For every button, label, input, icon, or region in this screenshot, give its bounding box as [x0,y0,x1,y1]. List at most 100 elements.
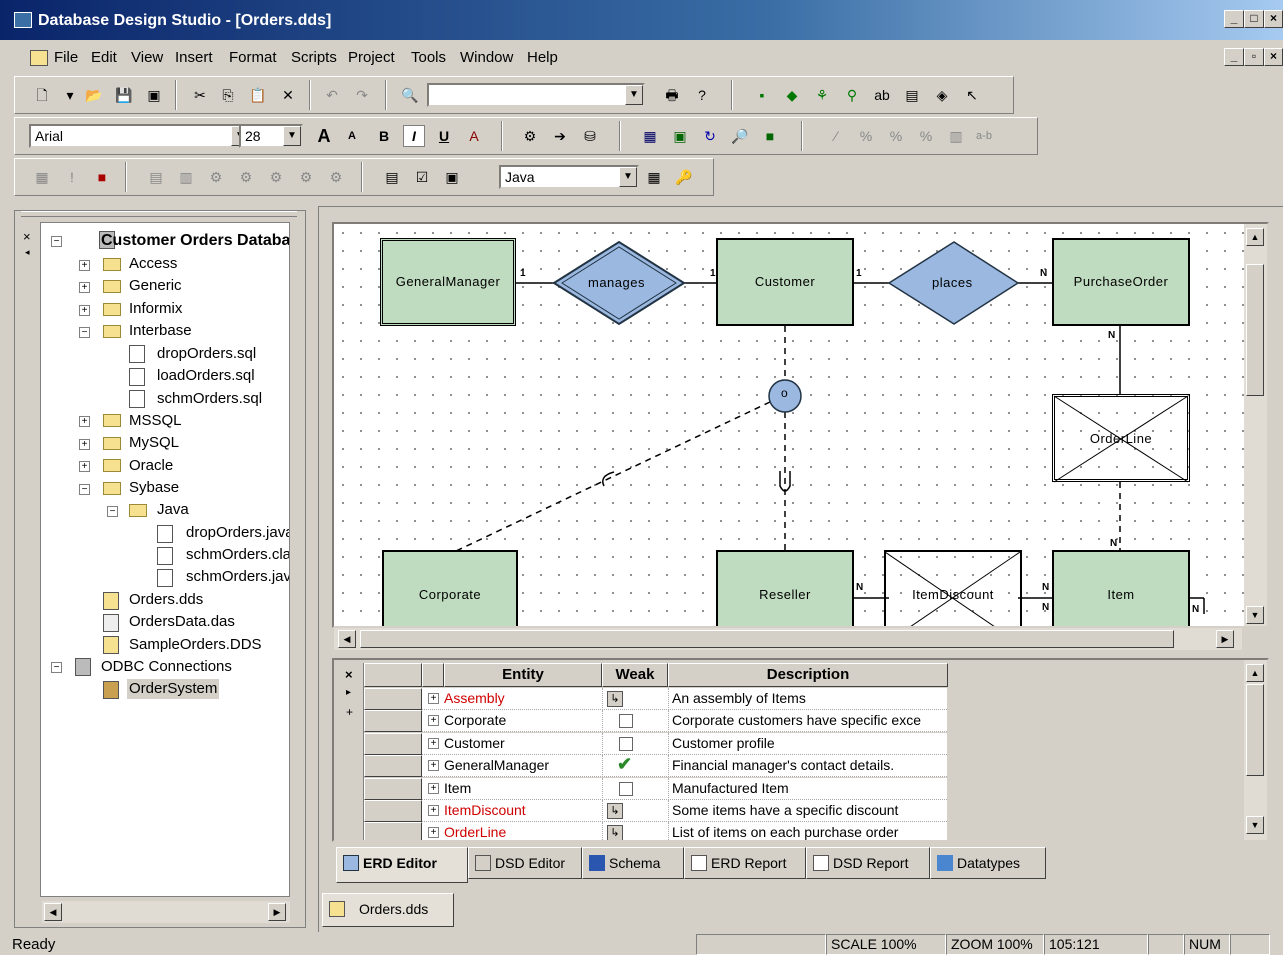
menu-view[interactable]: View [131,49,163,66]
cell-entity[interactable]: ItemDiscount [444,800,526,821]
tree-item-interbase[interactable]: Interbase [129,321,192,341]
checkbox[interactable] [619,781,633,796]
entity-generalmanager[interactable]: GeneralManager [380,238,516,326]
script-5-icon[interactable]: ⚙ [265,166,287,188]
redo-icon[interactable]: ↷ [351,84,373,106]
mdi-close-button[interactable]: × [1264,48,1283,66]
open-icon[interactable]: 📂 [83,84,105,106]
collapse-icon[interactable]: − [79,484,90,495]
font-name-combo[interactable]: Arial▼ [29,124,251,148]
run-icon[interactable]: ▣ [441,166,463,188]
relationship-manages[interactable]: manages [588,275,645,290]
script-3-icon[interactable]: ⚙ [205,166,227,188]
checkbox[interactable] [619,714,633,729]
scroll-thumb[interactable] [1246,264,1264,396]
expand-icon[interactable]: + [428,693,439,704]
properties-icon[interactable]: ▤ [901,84,923,106]
tab-dsd-report[interactable]: DSD Report [806,847,930,879]
ab-tool-icon[interactable]: a-b [973,125,995,147]
menu-tools[interactable]: Tools [411,49,446,66]
grow-font-icon[interactable]: A [313,125,335,147]
tree-item-oracle[interactable]: Oracle [129,456,173,476]
collapse-icon[interactable]: − [79,327,90,338]
cell-weak[interactable] [602,710,668,733]
entity-item[interactable]: Item [1052,550,1190,626]
row-header-cell[interactable] [364,800,422,822]
tree-item-schmorders-class[interactable]: schmOrders.cla [186,545,289,565]
table-row[interactable]: + OrderLine ↳ List of items on each purchas… [364,822,947,840]
font-color-icon[interactable]: A [463,125,485,147]
language-combo[interactable]: Java ▼ [499,165,639,189]
row-header-cell[interactable] [364,688,422,710]
tree-item-schmorders-java[interactable]: schmOrders.jav [186,567,289,587]
check-icon[interactable]: ☑ [411,166,433,188]
mdi-restore-button[interactable]: ▫ [1244,48,1264,66]
tab-schema[interactable]: Schema [582,847,684,879]
cut-icon[interactable]: ✂ [189,84,211,106]
new-icon[interactable]: 🗋 [31,84,53,106]
table-row[interactable]: + Assembly ↳ An assembly of Items [364,688,947,710]
tree-item-sampleorders-dds[interactable]: SampleOrders.DDS [129,635,262,655]
menu-file[interactable]: File [54,49,78,66]
tree-hscrollbar[interactable]: ◀ ▶ [42,901,290,923]
tab-datatypes[interactable]: Datatypes [930,847,1046,879]
scroll-right-icon[interactable]: ▶ [268,903,286,921]
tree-item-droporders-java[interactable]: dropOrders.java [186,523,289,543]
table-row[interactable]: + Corporate Corporate customers have speci… [364,710,947,733]
expand-icon[interactable]: + [428,715,439,727]
tree-item-informix[interactable]: Informix [129,299,182,319]
tree-item-loadorders-sql[interactable]: loadOrders.sql [157,366,255,386]
canvas-vscrollbar[interactable]: ▲ ▼ [1244,224,1267,626]
bold-icon[interactable]: B [373,125,395,147]
cell-weak[interactable] [602,777,668,800]
entity-reseller[interactable]: Reseller [716,550,854,626]
refresh-icon[interactable]: ↻ [699,125,721,147]
underline-icon[interactable]: U [433,125,455,147]
compile-icon[interactable]: ▦ [643,166,665,188]
scroll-down-icon[interactable]: ▼ [1246,606,1264,624]
checkbox[interactable] [619,736,633,751]
menu-window[interactable]: Window [460,49,513,66]
table-row[interactable]: + ItemDiscount ↳ Some items have a specific… [364,800,947,822]
tree-item-mysql[interactable]: MySQL [129,433,179,453]
entity-itemdiscount[interactable]: ItemDiscount [884,550,1022,626]
percent-tool3-icon[interactable]: % [915,125,937,147]
expand-icon[interactable]: + [428,827,439,839]
tab-dsd-editor[interactable]: DSD Editor [468,847,582,879]
script-6-icon[interactable]: ⚙ [295,166,317,188]
entity-tool-icon[interactable]: ▪ [751,84,773,106]
expand-icon[interactable]: + [428,737,439,749]
grid-vscrollbar[interactable]: ▲ ▼ [1244,660,1267,840]
scroll-thumb[interactable] [1246,684,1264,776]
relationship-places[interactable]: places [932,275,973,290]
tree-item-access[interactable]: Access [129,254,177,274]
cell-weak[interactable]: ✔ [602,754,668,778]
tab-erd-editor[interactable]: ERD Editor [336,847,468,883]
scroll-down-icon[interactable]: ▼ [1246,816,1264,834]
close-button[interactable]: × [1264,10,1283,28]
script-4-icon[interactable]: ⚙ [235,166,257,188]
row-header-cell[interactable] [364,755,422,778]
table-tool-icon[interactable]: ▥ [945,125,967,147]
save-icon[interactable]: 💾 [113,84,135,106]
scroll-up-icon[interactable]: ▲ [1246,664,1264,682]
help-icon[interactable]: ? [691,84,713,106]
calendar-icon[interactable]: ▦ [31,166,53,188]
percent-tool2-icon[interactable]: % [885,125,907,147]
delete-icon[interactable]: ✕ [277,84,299,106]
script-1-icon[interactable]: ▤ [145,166,167,188]
format-painter-icon[interactable]: ◈ [931,84,953,106]
menu-help[interactable]: Help [527,49,558,66]
cell-description[interactable]: Customer profile [668,732,947,755]
tree-root[interactable]: Customer Orders Databa [101,231,289,251]
paste-icon[interactable]: 📋 [247,84,269,106]
entity-customer[interactable]: Customer [716,238,854,326]
entity-purchaseorder[interactable]: PurchaseOrder [1052,238,1190,326]
cell-weak[interactable]: ↳ [602,822,668,840]
cell-weak[interactable]: ↳ [602,688,668,710]
expand-icon[interactable]: + [428,782,439,794]
new-dropdown-icon[interactable]: ▾ [59,84,81,106]
collapse-icon[interactable]: − [51,236,62,247]
entity-orderline[interactable]: OrderLine [1052,394,1190,482]
tree-item-ordersdata-das[interactable]: OrdersData.das [129,612,235,632]
